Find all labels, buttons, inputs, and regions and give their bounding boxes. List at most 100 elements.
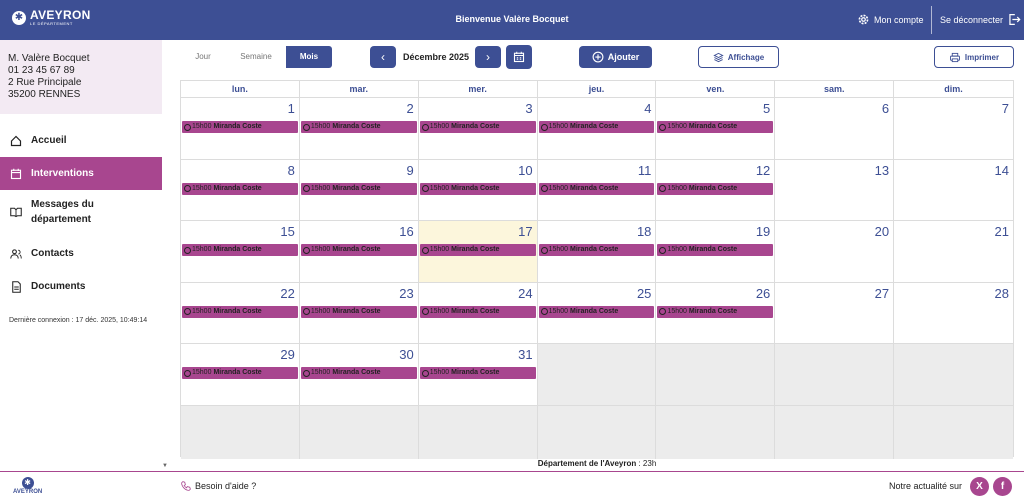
day-number: 16	[399, 224, 414, 239]
event-item[interactable]: 15h00 Miranda Coste	[657, 121, 774, 133]
sidebar-item-contacts[interactable]: Contacts	[0, 237, 162, 270]
day-number: 7	[1001, 101, 1009, 116]
day-cell-16[interactable]: 16 15h00 Miranda Coste	[299, 221, 419, 283]
event-item[interactable]: 15h00 Miranda Coste	[300, 367, 417, 379]
day-cell-4[interactable]: 4 15h00 Miranda Coste	[537, 98, 657, 160]
event-item[interactable]: 15h00 Miranda Coste	[182, 305, 298, 318]
day-cell-22[interactable]: 22 15h00 Miranda Coste	[181, 282, 300, 344]
print-button[interactable]: Imprimer	[934, 46, 1014, 68]
footer-logo[interactable]: ✱ AVEYRON	[13, 477, 42, 495]
empty-day-cell	[656, 344, 776, 406]
event-name: Miranda Coste	[332, 123, 381, 130]
event-item[interactable]: 15h00 Miranda Coste	[538, 305, 655, 318]
tab-jour[interactable]: Jour	[180, 46, 226, 68]
day-cell-23[interactable]: 23 15h00 Miranda Coste	[299, 282, 419, 344]
day-cell-3[interactable]: 3 15h00 Miranda Coste	[418, 98, 538, 160]
event-item[interactable]: 15h00 Miranda Coste	[657, 305, 774, 318]
clock-icon	[302, 308, 310, 315]
book-icon	[9, 206, 23, 218]
aveyron-logo[interactable]: ✱ AVEYRON LE DÉPARTEMENT	[12, 9, 91, 26]
day-cell-7[interactable]: 7	[894, 98, 1013, 160]
phone-icon	[181, 481, 191, 491]
news-label: Notre actualité sur	[889, 481, 963, 491]
event-item[interactable]: 15h00 Miranda Coste	[657, 182, 774, 195]
day-cell-6[interactable]: 6	[775, 98, 895, 160]
day-cell-25[interactable]: 25 15h00 Miranda Coste	[537, 282, 657, 344]
day-cell-18[interactable]: 18 15h00 Miranda Coste	[537, 221, 657, 283]
logout-button[interactable]: Se déconnecter	[940, 13, 1021, 26]
event-item[interactable]: 15h00 Miranda Coste	[419, 121, 536, 133]
day-number: 29	[280, 347, 295, 362]
month-calendar: lun. mar. mer. jeu. ven. sam. dim. 1 15h0…	[180, 80, 1014, 467]
calendar-icon	[9, 168, 23, 180]
previous-month-button[interactable]: ‹	[370, 46, 396, 68]
day-cell-21[interactable]: 21	[894, 221, 1013, 283]
people-icon	[9, 248, 23, 260]
day-cell-8[interactable]: 8 15h00 Miranda Coste	[181, 159, 300, 221]
facebook-icon[interactable]: f	[993, 477, 1012, 496]
event-item[interactable]: 15h00 Miranda Coste	[182, 121, 298, 133]
help-link[interactable]: Besoin d'aide ?	[181, 481, 256, 491]
account-button[interactable]: Mon compte	[857, 13, 924, 26]
event-item[interactable]: 15h00 Miranda Coste	[182, 244, 298, 256]
day-cell-29[interactable]: 29 15h00 Miranda Coste	[181, 344, 300, 406]
event-item[interactable]: 15h00 Miranda Coste	[538, 121, 655, 133]
event-item[interactable]: 15h00 Miranda Coste	[182, 182, 298, 195]
event-item[interactable]: 15h00 Miranda Coste	[657, 244, 774, 256]
event-item[interactable]: 15h00 Miranda Coste	[300, 244, 417, 256]
day-cell-11[interactable]: 11 15h00 Miranda Coste	[537, 159, 657, 221]
day-cell-12[interactable]: 12 15h00 Miranda Coste	[656, 159, 776, 221]
day-cell-1[interactable]: 1 15h00 Miranda Coste	[181, 98, 300, 160]
event-item[interactable]: 15h00 Miranda Coste	[419, 305, 536, 318]
footer-logo-text: AVEYRON	[13, 489, 43, 495]
event-name: Miranda Coste	[451, 369, 500, 376]
event-item[interactable]: 15h00 Miranda Coste	[419, 244, 536, 256]
event-item[interactable]: 15h00 Miranda Coste	[300, 121, 417, 133]
sidebar-item-documents[interactable]: Documents	[0, 270, 162, 303]
calendar-toolbar: Jour Semaine Mois ‹ Décembre 2025 › Ajou…	[170, 40, 1024, 78]
day-cell-31[interactable]: 31 15h00 Miranda Coste	[418, 344, 538, 406]
tab-semaine[interactable]: Semaine	[226, 46, 286, 68]
day-cell-26[interactable]: 26 15h00 Miranda Coste	[656, 282, 776, 344]
clock-icon	[302, 369, 310, 377]
sidebar-item-interventions[interactable]: Interventions	[0, 157, 162, 190]
scroll-down-icon[interactable]: ▼	[162, 463, 168, 469]
day-cell-13[interactable]: 13	[775, 159, 895, 221]
day-number: 5	[763, 101, 771, 116]
date-picker-button[interactable]	[506, 45, 532, 69]
sidebar-item-accueil[interactable]: Accueil	[0, 124, 162, 157]
event-item[interactable]: 15h00 Miranda Coste	[538, 182, 655, 195]
day-cell-2[interactable]: 2 15h00 Miranda Coste	[299, 98, 419, 160]
day-cell-20[interactable]: 20	[775, 221, 895, 283]
day-cell-15[interactable]: 15 15h00 Miranda Coste	[181, 221, 300, 283]
day-cell-10[interactable]: 10 15h00 Miranda Coste	[418, 159, 538, 221]
sidebar-item-label: Documents	[31, 281, 86, 292]
calendar-grid: 1 15h00 Miranda Coste 2 15h00 Miranda Coste 3 1…	[181, 98, 1013, 467]
day-cell-24[interactable]: 24 15h00 Miranda Coste	[418, 282, 538, 344]
event-item[interactable]: 15h00 Miranda Coste	[300, 305, 417, 318]
event-item[interactable]: 15h00 Miranda Coste	[538, 244, 655, 256]
empty-day-cell	[537, 405, 657, 467]
day-cell-17[interactable]: 17 15h00 Miranda Coste	[418, 221, 538, 283]
event-name: Miranda Coste	[451, 246, 500, 253]
day-number: 20	[874, 224, 890, 239]
day-cell-27[interactable]: 27	[775, 282, 895, 344]
x-twitter-icon[interactable]: X	[970, 477, 989, 496]
month-label: Décembre 2025	[403, 52, 470, 62]
day-cell-19[interactable]: 19 15h00 Miranda Coste	[656, 221, 776, 283]
event-item[interactable]: 15h00 Miranda Coste	[182, 367, 298, 379]
day-number: 19	[755, 224, 771, 239]
event-item[interactable]: 15h00 Miranda Coste	[419, 367, 536, 379]
day-cell-14[interactable]: 14	[894, 159, 1013, 221]
day-cell-28[interactable]: 28	[894, 282, 1013, 344]
day-cell-9[interactable]: 9 15h00 Miranda Coste	[299, 159, 419, 221]
day-cell-30[interactable]: 30 15h00 Miranda Coste	[299, 344, 419, 406]
tab-mois[interactable]: Mois	[286, 46, 332, 68]
day-cell-5[interactable]: 5 15h00 Miranda Coste	[656, 98, 776, 160]
next-month-button[interactable]: ›	[475, 46, 501, 68]
add-button[interactable]: Ajouter	[579, 46, 652, 68]
display-button[interactable]: Affichage	[698, 46, 779, 68]
event-item[interactable]: 15h00 Miranda Coste	[419, 182, 536, 195]
sidebar-item-messages[interactable]: Messages du département	[0, 190, 162, 234]
event-item[interactable]: 15h00 Miranda Coste	[300, 182, 417, 195]
